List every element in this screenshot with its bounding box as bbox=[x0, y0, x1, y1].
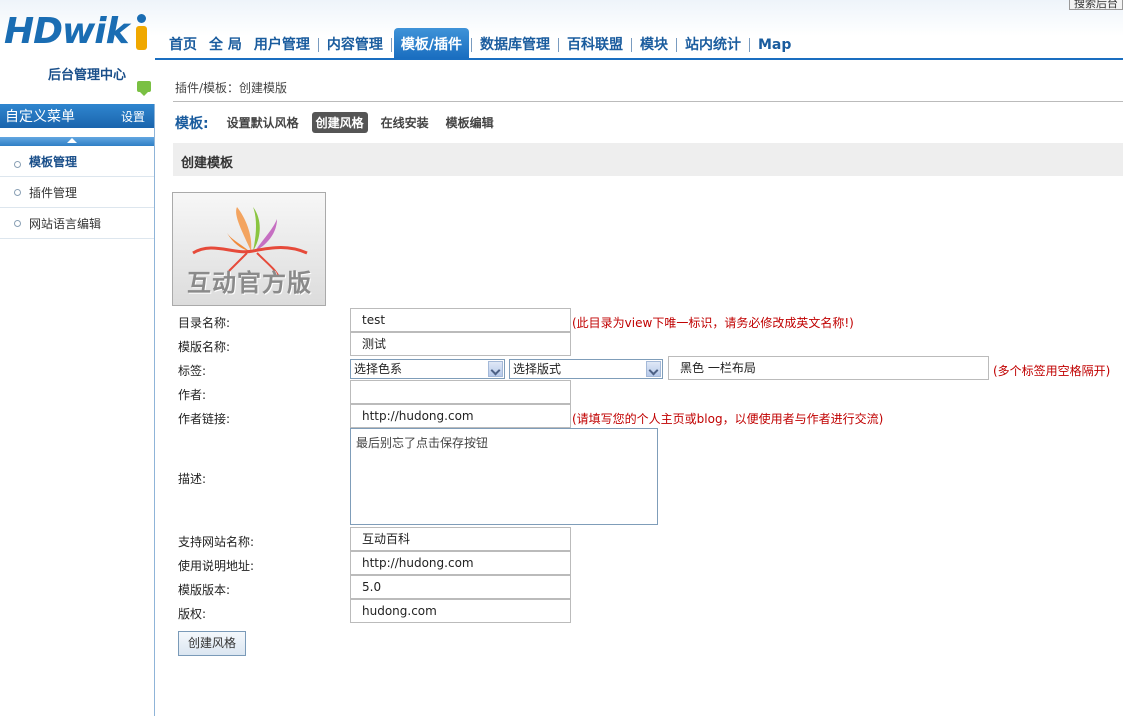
logo-text: HDwik bbox=[4, 11, 130, 52]
bullet-icon bbox=[14, 188, 21, 196]
sidebar-header: 自定义菜单 设置 bbox=[0, 104, 154, 128]
author-link-hint: (请填写您的个人主页或blog，以便使用者与作者进行交流) bbox=[572, 412, 884, 426]
nav-separator bbox=[676, 38, 677, 52]
bullet-icon bbox=[14, 160, 21, 168]
nav-content[interactable]: 内容管理 bbox=[321, 28, 389, 58]
version-label: 模版版本: bbox=[178, 583, 231, 597]
template-tabs: 模板: 设置默认风格 创建风格 在线安装 模板编辑 bbox=[175, 112, 507, 133]
nav-wiki-union[interactable]: 百科联盟 bbox=[561, 28, 629, 58]
logo[interactable]: HDwik bbox=[4, 11, 147, 52]
author-input[interactable] bbox=[350, 380, 571, 404]
sidebar-item-template-management[interactable]: 模板管理 bbox=[0, 146, 154, 177]
doc-url-label: 使用说明地址: bbox=[178, 559, 255, 573]
version-input[interactable]: 5.0 bbox=[350, 575, 571, 599]
sidebar-collapse-icon[interactable] bbox=[0, 137, 154, 146]
description-textarea[interactable]: 最后别忘了点击保存按钮 bbox=[350, 428, 658, 525]
doc-url-input[interactable]: http://hudong.com bbox=[350, 551, 571, 575]
section-title: 创建模板 bbox=[181, 156, 234, 171]
nav-separator bbox=[471, 38, 472, 52]
template-preview-image: 互动官方版 bbox=[172, 192, 326, 306]
color-scheme-select[interactable]: 选择色系 bbox=[350, 359, 505, 379]
main-content: 插件/模板：创建模版 模板: 设置默认风格 创建风格 在线安装 模板编辑 创建模… bbox=[155, 60, 1123, 716]
dropdown-arrow-icon bbox=[646, 361, 661, 377]
dir-name-label: 目录名称: bbox=[178, 316, 231, 330]
bullet-icon bbox=[14, 219, 21, 227]
author-link-label: 作者链接: bbox=[178, 412, 231, 426]
tab-template-edit[interactable]: 模板编辑 bbox=[442, 112, 498, 133]
tags-input[interactable]: 黑色 一栏布局 bbox=[668, 356, 989, 380]
copyright-input[interactable]: hudong.com bbox=[350, 599, 571, 623]
nav-separator bbox=[317, 38, 319, 52]
description-label: 描述: bbox=[178, 472, 207, 486]
nav-global[interactable]: 全 局 bbox=[203, 28, 248, 58]
tab-set-default-style[interactable]: 设置默认风格 bbox=[223, 112, 303, 133]
breadcrumb: 插件/模板：创建模版 bbox=[175, 81, 288, 95]
nav-site-stats[interactable]: 站内统计 bbox=[679, 28, 747, 58]
preview-caption: 互动官方版 bbox=[187, 269, 312, 297]
nav-map[interactable]: Map bbox=[752, 28, 797, 58]
tab-create-style[interactable]: 创建风格 bbox=[311, 112, 368, 133]
layout-select[interactable]: 选择版式 bbox=[509, 359, 663, 379]
top-header: HDwik 搜索后台 首页 全 局 用户管理 内容管理 模板/插件 数据库管理 … bbox=[0, 0, 1123, 60]
tab-online-install[interactable]: 在线安装 bbox=[377, 112, 433, 133]
nav-templates-plugins[interactable]: 模板/插件 bbox=[393, 28, 469, 58]
chat-bubble-icon[interactable] bbox=[137, 81, 151, 96]
section-header: 创建模板 bbox=[173, 143, 1123, 176]
nav-users[interactable]: 用户管理 bbox=[248, 28, 316, 58]
site-name-label: 支持网站名称: bbox=[178, 535, 255, 549]
tags-label: 标签: bbox=[178, 364, 207, 378]
author-link-input[interactable]: http://hudong.com bbox=[350, 404, 571, 428]
template-name-label: 模版名称: bbox=[178, 340, 231, 354]
divider bbox=[173, 101, 1123, 102]
sidebar-item-plugin-management[interactable]: 插件管理 bbox=[0, 177, 154, 208]
sidebar-settings-link[interactable]: 设置 bbox=[121, 108, 145, 125]
layout-select-value: 选择版式 bbox=[513, 362, 562, 376]
dir-name-input[interactable]: test bbox=[350, 308, 571, 332]
sidebar: 自定义菜单 设置 模板管理 插件管理 网站语言编辑 bbox=[0, 104, 155, 716]
nav-separator bbox=[558, 38, 559, 52]
author-label: 作者: bbox=[178, 388, 207, 402]
nav-separator bbox=[749, 38, 750, 52]
template-name-input[interactable]: 测试 bbox=[350, 332, 571, 356]
sidebar-item-label: 插件管理 bbox=[29, 185, 78, 200]
site-name-input[interactable]: 互动百科 bbox=[350, 527, 571, 551]
nav-database[interactable]: 数据库管理 bbox=[474, 28, 556, 58]
copyright-label: 版权: bbox=[178, 607, 207, 621]
color-scheme-select-value: 选择色系 bbox=[354, 362, 403, 376]
sidebar-item-label: 网站语言编辑 bbox=[29, 216, 102, 231]
tabs-label: 模板: bbox=[175, 115, 209, 132]
nav-home[interactable]: 首页 bbox=[163, 28, 203, 58]
logo-i-icon bbox=[134, 14, 148, 50]
sidebar-item-label: 模板管理 bbox=[29, 154, 78, 169]
search-admin-button[interactable]: 搜索后台 bbox=[1069, 0, 1123, 10]
nav-separator bbox=[390, 38, 392, 52]
main-nav: 首页 全 局 用户管理 内容管理 模板/插件 数据库管理 百科联盟 模块 站内统… bbox=[163, 28, 797, 58]
custom-menu-title: 自定义菜单 bbox=[5, 109, 75, 125]
nav-modules[interactable]: 模块 bbox=[634, 28, 674, 58]
create-style-button[interactable]: 创建风格 bbox=[178, 631, 246, 656]
admin-center-title: 后台管理中心 bbox=[48, 68, 127, 83]
tags-hint: (多个标签用空格隔开) bbox=[993, 364, 1111, 378]
nav-separator bbox=[631, 38, 632, 52]
dropdown-arrow-icon bbox=[488, 361, 503, 377]
dir-name-hint: (此目录为view下唯一标识，请务必修改成英文名称!) bbox=[572, 316, 854, 330]
sidebar-item-language-editor[interactable]: 网站语言编辑 bbox=[0, 208, 154, 239]
